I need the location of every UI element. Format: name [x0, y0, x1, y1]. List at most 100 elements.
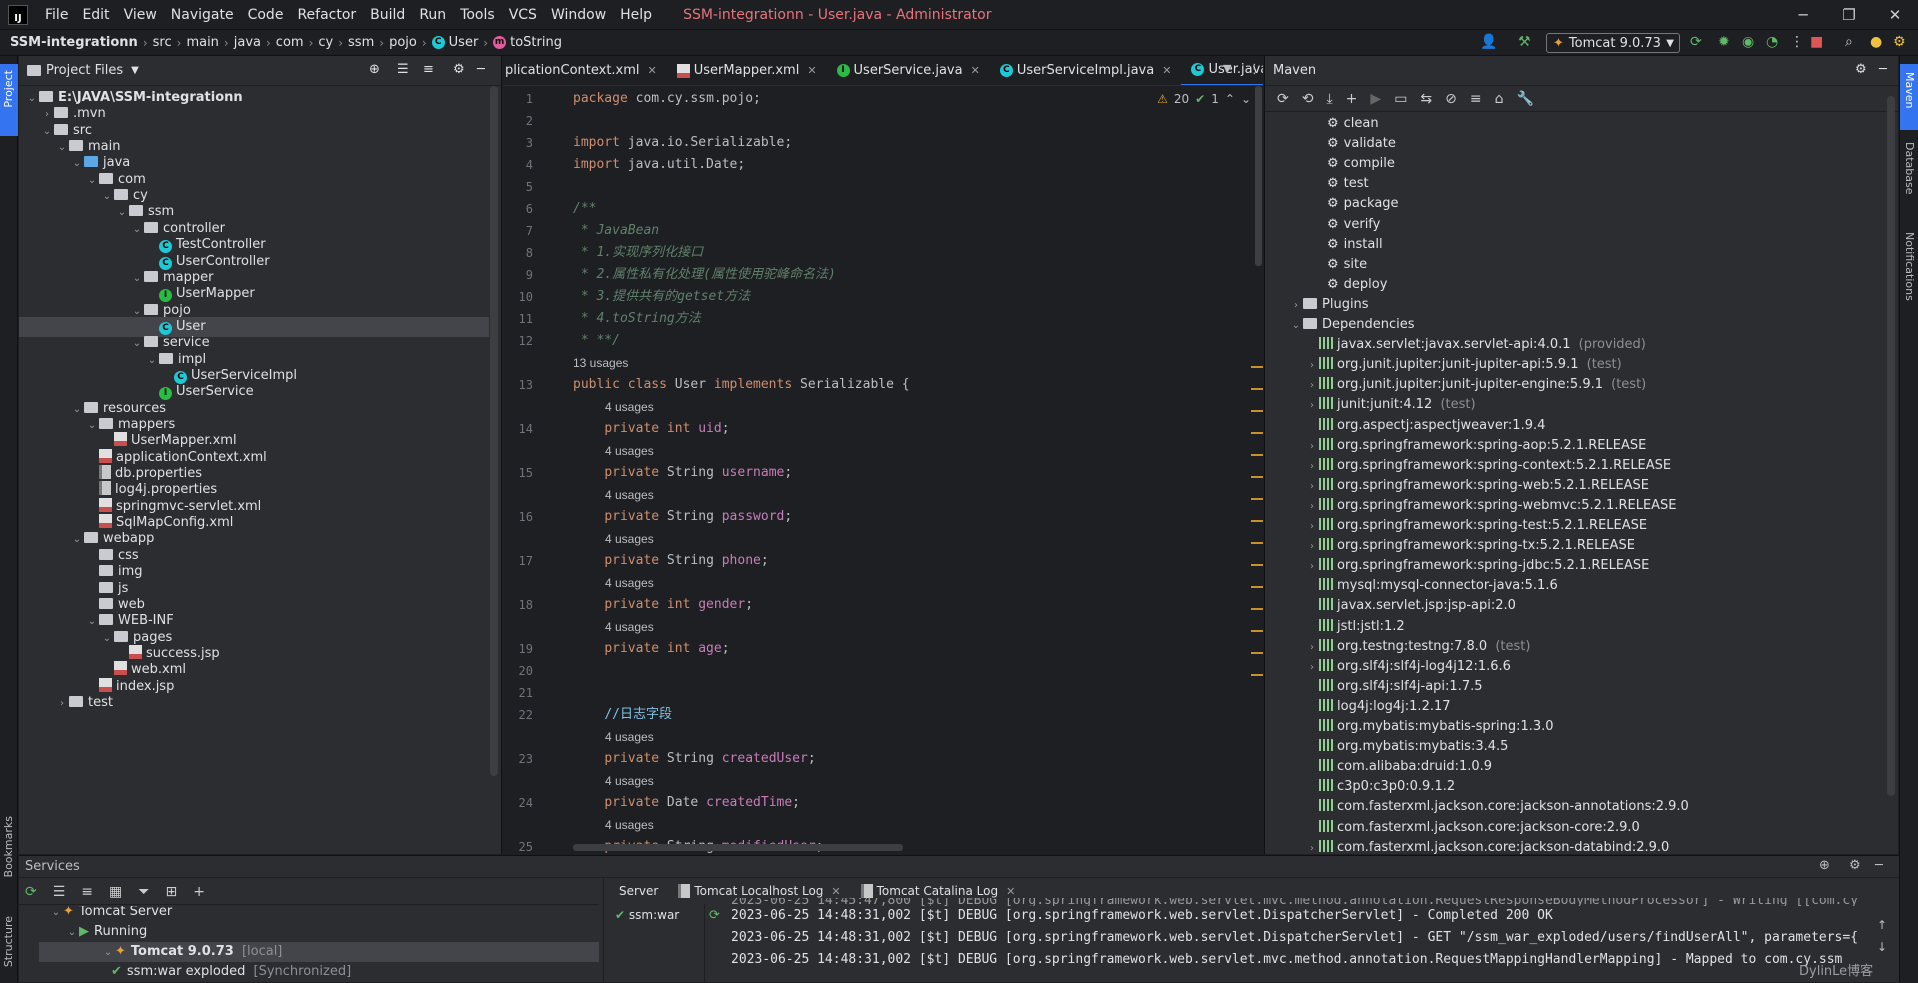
dependency-item[interactable]: com.fasterxml.jackson.core:jackson-core:… — [1305, 818, 1640, 838]
warning-marker[interactable] — [1251, 564, 1263, 566]
breadcrumb-item[interactable]: C User — [431, 35, 478, 50]
warning-marker[interactable] — [1251, 608, 1263, 610]
prev-highlight-icon[interactable]: ⌃ — [1225, 92, 1235, 106]
dependency-item[interactable]: › org.springframework:spring-web:5.2.1.RE… — [1305, 476, 1649, 496]
chevron-right-icon[interactable]: › — [1305, 396, 1319, 416]
locate-icon[interactable]: ⊕ — [369, 62, 380, 77]
chevron-right-icon[interactable]: › — [1305, 497, 1319, 517]
build-hammer-icon[interactable]: ⚒ — [1518, 34, 1531, 50]
gear-icon[interactable]: ⚙ — [453, 62, 465, 77]
editor-vertical-scrollbar[interactable] — [1255, 86, 1262, 266]
maven-scrollbar[interactable] — [1887, 96, 1895, 796]
menu-run[interactable]: Run — [412, 7, 453, 23]
restore-icon[interactable]: ❐ — [1826, 0, 1872, 30]
code-line[interactable]: /** — [573, 198, 596, 220]
lifecycle-goal[interactable]: ⚙ deploy — [1327, 275, 1387, 295]
inspection-widget[interactable]: ⚠ 20 ✔ 1 ⌃ ⌄ — [1157, 92, 1251, 106]
more-tabs-icon[interactable]: ⋮ — [1248, 62, 1261, 77]
next-highlight-icon[interactable]: ⌄ — [1241, 92, 1251, 106]
reload-all-icon[interactable]: ⟲ — [1302, 91, 1314, 107]
menu-refactor[interactable]: Refactor — [290, 7, 363, 23]
dependency-item[interactable]: c3p0:c3p0:0.9.1.2 — [1305, 777, 1455, 797]
chevron-right-icon[interactable]: › — [1305, 356, 1319, 376]
dependency-item[interactable]: › org.testng:testng:7.8.0 (test) — [1305, 637, 1530, 657]
dependency-item[interactable]: org.mybatis:mybatis:3.4.5 — [1305, 737, 1508, 757]
chevron-right-icon[interactable]: › — [1305, 839, 1319, 854]
code-line[interactable]: private String phone; — [573, 550, 768, 572]
lifecycle-goal[interactable]: ⚙ site — [1327, 255, 1367, 275]
code-line[interactable]: * 3.提供共有的getset方法 — [573, 286, 750, 308]
code-line[interactable]: * JavaBean — [573, 220, 659, 242]
close-tab-icon[interactable]: ✕ — [971, 64, 980, 77]
code-line[interactable]: * 4.toString方法 — [573, 308, 701, 330]
code-line[interactable]: import java.io.Serializable; — [573, 132, 792, 154]
stop-icon[interactable]: ■ — [1810, 34, 1823, 50]
dependency-item[interactable]: › org.junit.jupiter:junit-jupiter-api:5.9… — [1305, 355, 1622, 375]
chevron-right-icon[interactable]: › — [55, 694, 69, 714]
usage-hint[interactable]: 13 usages — [573, 352, 628, 374]
warning-marker[interactable] — [1251, 388, 1263, 390]
code-line[interactable]: private String username; — [573, 462, 792, 484]
dependency-item[interactable]: › org.springframework:spring-test:5.2.1.R… — [1305, 516, 1647, 536]
chevron-right-icon[interactable]: › — [1305, 517, 1319, 537]
menu-navigate[interactable]: Navigate — [164, 7, 241, 23]
dependency-item[interactable]: com.fasterxml.jackson.core:jackson-annot… — [1305, 797, 1689, 817]
usage-hint[interactable]: 4 usages — [605, 726, 654, 748]
maven-group[interactable]: › Plugins — [1289, 295, 1369, 315]
menu-tools[interactable]: Tools — [453, 7, 502, 23]
dependency-item[interactable]: › org.springframework:spring-tx:5.2.1.REL… — [1305, 536, 1635, 556]
chevron-right-icon[interactable]: › — [1289, 296, 1303, 316]
reload-icon[interactable]: ⟳ — [1277, 91, 1289, 107]
code-line[interactable]: * 2.属性私有化处理(属性使用驼峰命名法) — [573, 264, 836, 286]
code-line[interactable]: private Date createdTime; — [573, 792, 800, 814]
dependency-item[interactable]: › org.slf4j:slf4j-log4j12:1.6.6 — [1305, 657, 1511, 677]
menu-code[interactable]: Code — [241, 7, 291, 23]
rerun-icon[interactable]: ⟳ — [1690, 34, 1702, 50]
run-configuration-select[interactable]: ✦ Tomcat 9.0.73 ▼ — [1546, 33, 1680, 53]
settings-icon[interactable]: ⚙ — [1893, 34, 1906, 50]
project-tool-tab[interactable]: Project — [0, 64, 18, 136]
usage-hint[interactable]: 4 usages — [605, 528, 654, 550]
code-area[interactable]: ⚠ 20 ✔ 1 ⌃ ⌄ 1 package com.cy.ssm.pojo; 2 3… — [503, 86, 1263, 854]
hide-icon[interactable]: ─ — [477, 62, 485, 77]
code-line[interactable]: private int age; — [573, 638, 729, 660]
editor-tab[interactable]: I UserService.java ✕ — [827, 56, 990, 85]
menu-help[interactable]: Help — [613, 7, 659, 23]
run-icon[interactable]: ▶ — [1370, 91, 1381, 107]
lifecycle-goal[interactable]: ⚙ test — [1327, 174, 1369, 194]
toggle-icon[interactable]: ⇆ — [1420, 91, 1432, 107]
warning-marker[interactable] — [1251, 652, 1263, 654]
database-tool-label[interactable]: Database — [1903, 142, 1916, 195]
structure-tool-label[interactable]: Structure — [2, 916, 15, 967]
dependency-item[interactable]: › org.springframework:spring-jdbc:5.2.1.R… — [1305, 556, 1649, 576]
code-line[interactable]: private String password; — [573, 506, 792, 528]
chevron-right-icon[interactable]: › — [1305, 638, 1319, 658]
warning-marker[interactable] — [1251, 674, 1263, 676]
add-icon[interactable]: + — [1346, 91, 1358, 107]
user-icon[interactable]: 👤 — [1480, 34, 1497, 50]
chevron-right-icon[interactable]: › — [1305, 457, 1319, 477]
maven-tool-tab[interactable]: Maven — [1900, 64, 1918, 130]
warning-marker[interactable] — [1251, 432, 1263, 434]
close-tab-icon[interactable]: ✕ — [1162, 64, 1171, 77]
collapse-all-icon[interactable]: ≡ — [423, 62, 434, 77]
menu-vcs[interactable]: VCS — [502, 7, 544, 23]
dependency-item[interactable]: › junit:junit:4.12 (test) — [1305, 395, 1476, 415]
code-line[interactable]: * **/ — [573, 330, 620, 352]
dependency-item[interactable]: › com.fasterxml.jackson.core:jackson-data… — [1305, 838, 1669, 854]
dependency-item[interactable]: javax.servlet:javax.servlet-api:4.0.1 (p… — [1305, 335, 1646, 355]
lifecycle-goal[interactable]: ⚙ validate — [1327, 134, 1396, 154]
breadcrumb-item[interactable]: SSM-integrationn — [10, 35, 138, 50]
code-line[interactable]: private String createdUser; — [573, 748, 815, 770]
chevron-right-icon[interactable]: › — [1305, 658, 1319, 678]
warning-marker[interactable] — [1251, 630, 1263, 632]
usage-hint[interactable]: 4 usages — [605, 572, 654, 594]
warning-marker[interactable] — [1251, 454, 1263, 456]
editor-tab[interactable]: UserMapper.xml ✕ — [667, 56, 827, 85]
debug-icon[interactable]: ✹ — [1718, 34, 1730, 50]
code-line[interactable]: private int uid; — [573, 418, 729, 440]
warning-marker[interactable] — [1251, 476, 1263, 478]
close-tab-icon[interactable]: ✕ — [648, 64, 657, 77]
expand-all-icon[interactable]: ☰ — [397, 62, 409, 77]
gear-icon[interactable]: ⚙ — [1855, 62, 1867, 77]
